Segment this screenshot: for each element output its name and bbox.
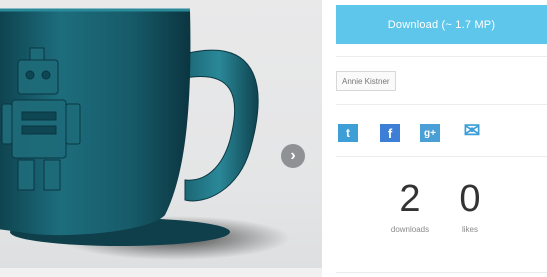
author-tag[interactable]: Annie Kistner <box>336 71 396 91</box>
model-info-panel: Download (~ 1.7 MP) Annie Kistner t f g+… <box>336 0 547 277</box>
divider <box>336 272 547 273</box>
mug-model-render <box>0 8 290 260</box>
facebook-icon[interactable]: f <box>380 124 400 142</box>
share-row: t f g+ ✉ <box>336 120 547 143</box>
chevron-right-icon: › <box>290 147 296 164</box>
likes-label: likes <box>461 225 478 234</box>
viewer-caption-strip <box>0 268 322 277</box>
likes-stat: 0 likes <box>440 178 500 234</box>
divider <box>336 156 547 157</box>
downloads-label: downloads <box>390 225 430 234</box>
divider <box>336 104 547 105</box>
download-button[interactable]: Download (~ 1.7 MP) <box>336 5 547 44</box>
downloads-stat: 2 downloads <box>380 178 440 234</box>
google-plus-icon[interactable]: g+ <box>420 124 440 142</box>
model-viewer[interactable]: › <box>0 0 322 268</box>
likes-count: 0 <box>459 178 481 220</box>
next-image-button[interactable]: › <box>281 144 305 168</box>
divider <box>336 56 547 57</box>
twitter-icon[interactable]: t <box>338 124 358 142</box>
downloads-count: 2 <box>399 178 421 220</box>
mail-icon[interactable]: ✉ <box>460 120 484 142</box>
